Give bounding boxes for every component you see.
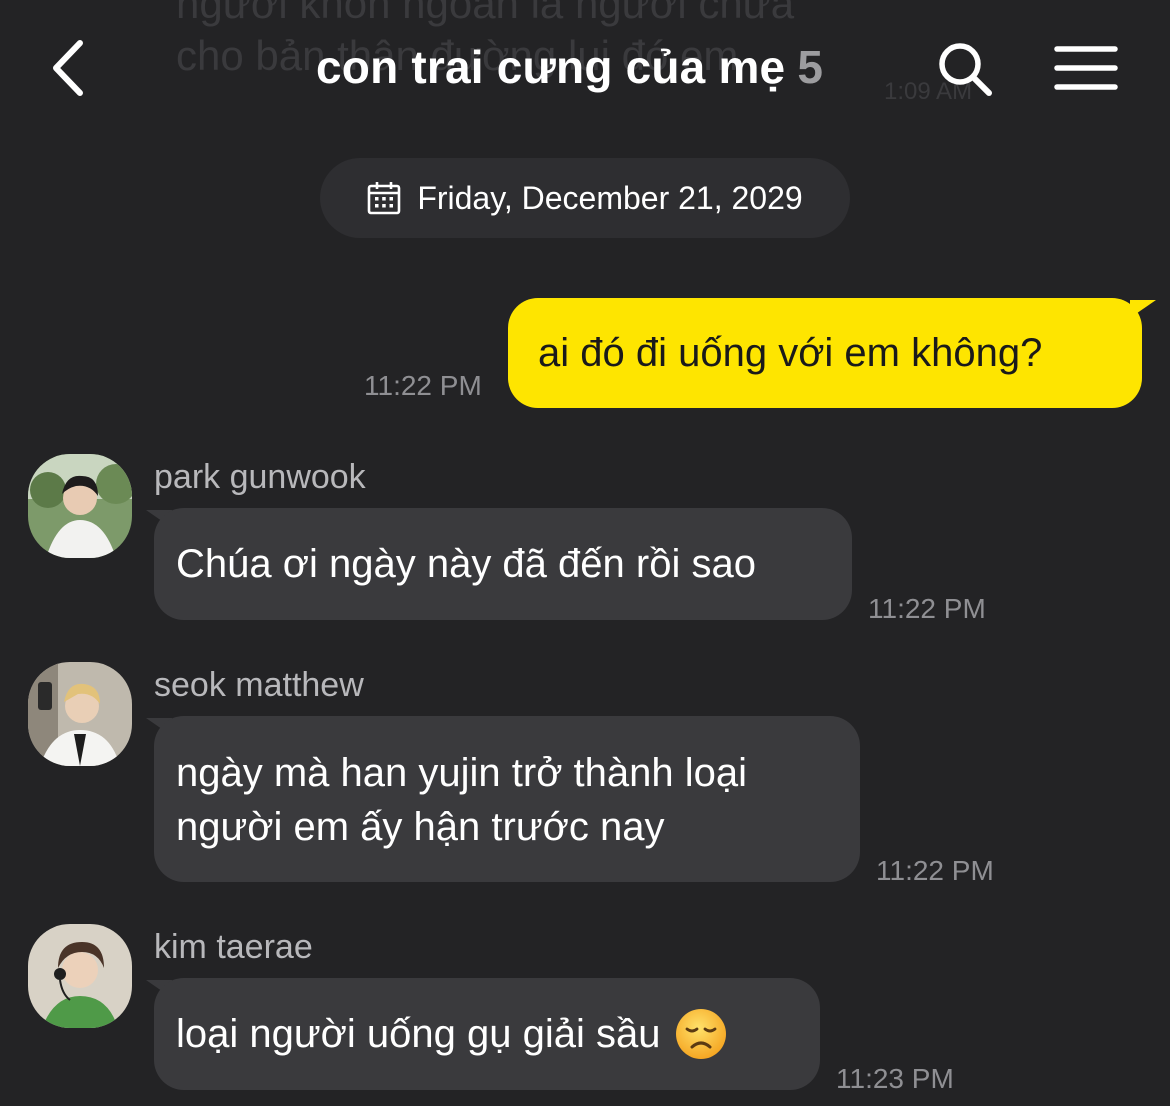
avatar[interactable] (28, 454, 132, 558)
avatar-photo-seok-matthew (28, 662, 132, 766)
message-bubble[interactable]: Chúa ơi ngày này đã đến rồi sao (154, 508, 852, 620)
message-time: 11:22 PM (876, 855, 994, 886)
chat-header: con trai cưng của mẹ 5 (0, 0, 1170, 140)
member-count: 5 (797, 41, 824, 93)
message-bubble[interactable]: ngày mà han yujin trở thành loại người e… (154, 716, 860, 882)
message-time: 11:22 PM (868, 593, 986, 624)
chevron-left-icon (53, 40, 83, 96)
search-icon (939, 43, 992, 96)
message-text: loại người uống gụ giải sầu (176, 1012, 661, 1056)
message-text: ai đó đi uống với em không? (538, 331, 1043, 375)
sender-name: seok matthew (154, 666, 364, 704)
date-label: Friday, December 21, 2029 (417, 179, 803, 216)
calendar-icon (368, 182, 401, 215)
message-text-line: người em ấy hận trước nay (176, 805, 665, 849)
sender-name: kim taerae (154, 928, 313, 966)
search-button[interactable] (932, 36, 998, 102)
hamburger-menu-icon (1054, 46, 1118, 90)
back-button[interactable] (40, 36, 96, 100)
message-time: 11:22 PM (364, 370, 482, 401)
menu-button[interactable] (1052, 38, 1120, 98)
avatar[interactable] (28, 924, 132, 1028)
avatar[interactable] (28, 662, 132, 766)
message-time: 11:23 PM (836, 1063, 954, 1094)
message-text: Chúa ơi ngày này đã đến rồi sao (176, 542, 756, 586)
bubble-tail (1130, 300, 1156, 318)
chat-title: con trai cưng của mẹ 5 (316, 40, 823, 94)
chat-title-text: con trai cưng của mẹ (316, 41, 786, 93)
avatar-photo-park-gunwook (28, 454, 132, 558)
disappointed-face-emoji-icon (676, 1009, 727, 1059)
my-message-bubble[interactable]: ai đó đi uống với em không? (508, 298, 1142, 408)
date-divider: Friday, December 21, 2029 (320, 158, 850, 238)
chat-screen: người khôn ngoan là người chưa cho bản t… (0, 0, 1170, 1106)
message-bubble[interactable]: loại người uống gụ giải sầu (154, 978, 820, 1090)
avatar-photo-kim-taerae (28, 924, 132, 1028)
sender-name: park gunwook (154, 458, 366, 496)
message-text-line: ngày mà han yujin trở thành loại (176, 751, 748, 795)
